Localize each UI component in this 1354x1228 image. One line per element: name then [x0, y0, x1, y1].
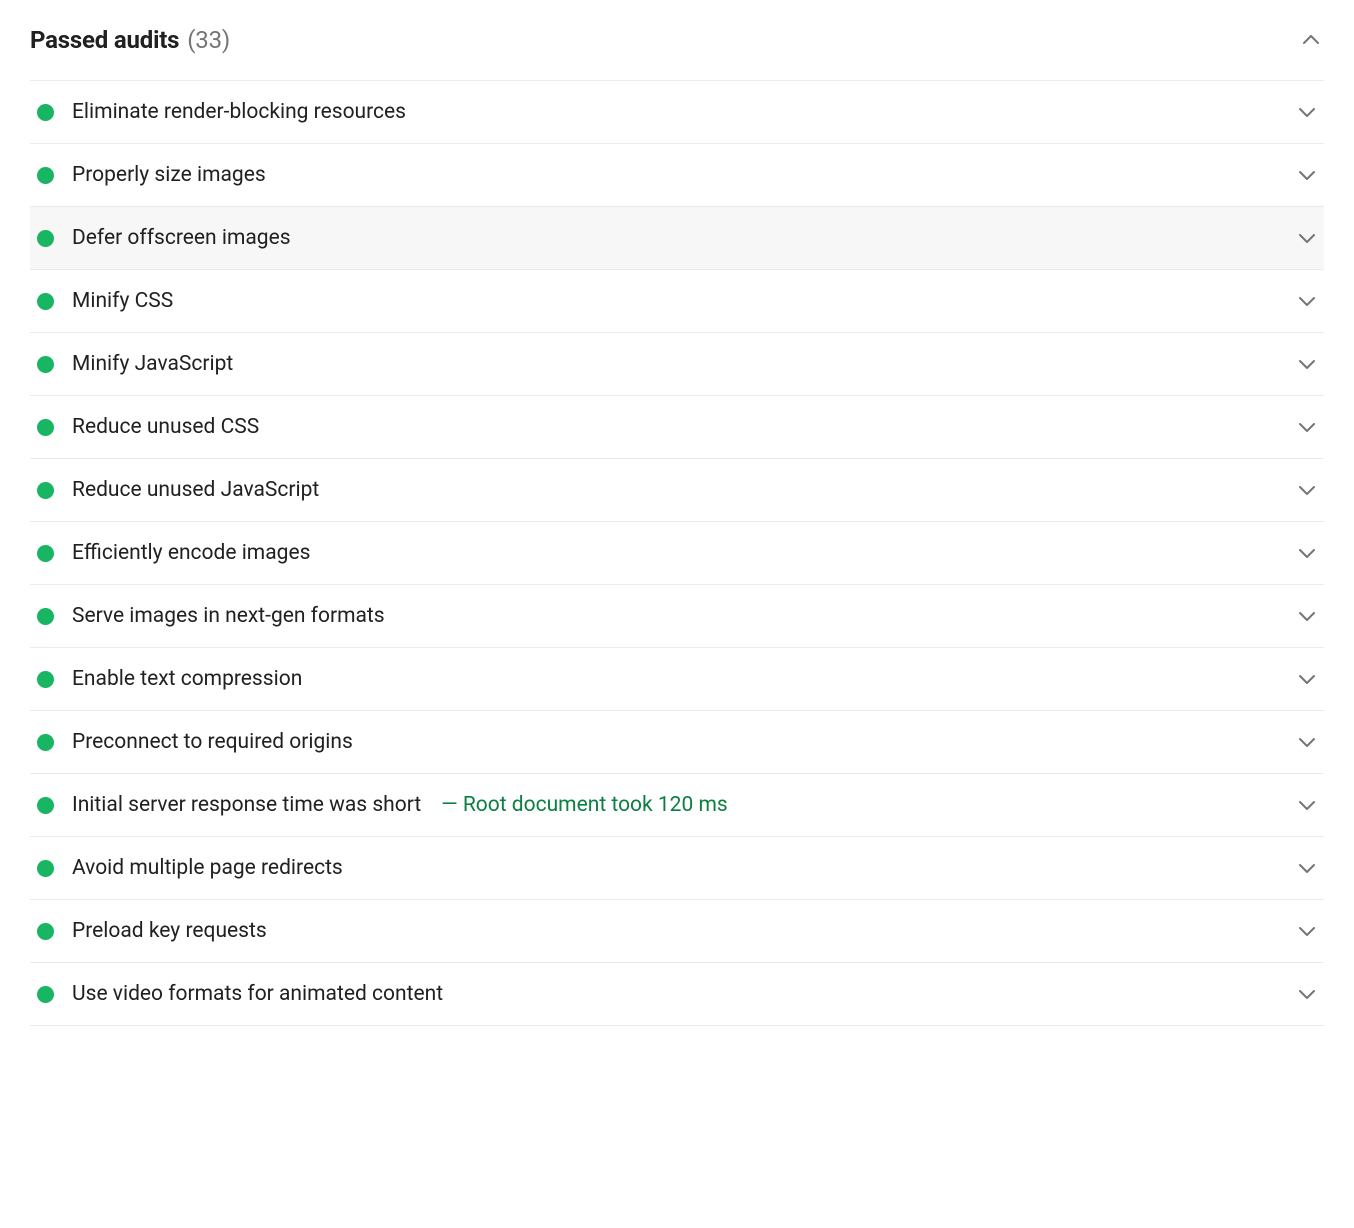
audit-row[interactable]: Preconnect to required origins: [30, 711, 1324, 774]
chevron-up-icon: [1302, 31, 1320, 49]
section-count: (33): [187, 26, 230, 54]
chevron-down-icon: [1298, 859, 1316, 877]
audit-title: Preconnect to required origins: [72, 729, 353, 755]
status-pass-icon: [37, 860, 54, 877]
chevron-down-icon: [1298, 544, 1316, 562]
audit-detail: — Root document took 120 ms: [441, 792, 728, 818]
chevron-down-icon: [1298, 733, 1316, 751]
chevron-down-icon: [1298, 670, 1316, 688]
audit-title: Eliminate render-blocking resources: [72, 99, 406, 125]
chevron-down-icon: [1298, 292, 1316, 310]
audit-title: Minify JavaScript: [72, 351, 233, 377]
status-pass-icon: [37, 104, 54, 121]
status-pass-icon: [37, 797, 54, 814]
audit-row[interactable]: Minify CSS: [30, 270, 1324, 333]
audit-row[interactable]: Reduce unused JavaScript: [30, 459, 1324, 522]
chevron-down-icon: [1298, 796, 1316, 814]
status-pass-icon: [37, 545, 54, 562]
audit-title: Avoid multiple page redirects: [72, 855, 343, 881]
chevron-down-icon: [1298, 418, 1316, 436]
audit-title: Reduce unused CSS: [72, 414, 259, 440]
audit-list: Eliminate render-blocking resources Prope…: [30, 80, 1324, 1026]
status-pass-icon: [37, 986, 54, 1003]
status-pass-icon: [37, 230, 54, 247]
status-pass-icon: [37, 482, 54, 499]
audit-row[interactable]: Initial server response time was short — …: [30, 774, 1324, 837]
audit-row[interactable]: Serve images in next-gen formats: [30, 585, 1324, 648]
audit-row[interactable]: Enable text compression: [30, 648, 1324, 711]
audit-title: Enable text compression: [72, 666, 302, 692]
audit-row[interactable]: Reduce unused CSS: [30, 396, 1324, 459]
chevron-down-icon: [1298, 166, 1316, 184]
audit-row[interactable]: Use video formats for animated content: [30, 963, 1324, 1026]
section-title-text: Passed audits: [30, 26, 179, 54]
audit-row[interactable]: Efficiently encode images: [30, 522, 1324, 585]
passed-audits-panel: Passed audits (33) Eliminate render-bloc…: [0, 0, 1354, 1026]
audit-title: Preload key requests: [72, 918, 267, 944]
chevron-down-icon: [1298, 922, 1316, 940]
audit-title: Minify CSS: [72, 288, 173, 314]
audit-title: Use video formats for animated content: [72, 981, 443, 1007]
audit-row[interactable]: Avoid multiple page redirects: [30, 837, 1324, 900]
status-pass-icon: [37, 419, 54, 436]
chevron-down-icon: [1298, 355, 1316, 373]
audit-title: Properly size images: [72, 162, 266, 188]
section-title: Passed audits (33): [30, 26, 230, 54]
chevron-down-icon: [1298, 607, 1316, 625]
audit-title: Defer offscreen images: [72, 225, 291, 251]
audit-row[interactable]: Eliminate render-blocking resources: [30, 81, 1324, 144]
status-pass-icon: [37, 167, 54, 184]
audit-title: Efficiently encode images: [72, 540, 310, 566]
status-pass-icon: [37, 734, 54, 751]
audit-row[interactable]: Defer offscreen images: [30, 207, 1324, 270]
audit-row[interactable]: Minify JavaScript: [30, 333, 1324, 396]
audit-title: Serve images in next-gen formats: [72, 603, 385, 629]
audit-row[interactable]: Properly size images: [30, 144, 1324, 207]
audit-title: Initial server response time was short: [72, 792, 421, 818]
status-pass-icon: [37, 671, 54, 688]
status-pass-icon: [37, 608, 54, 625]
audit-title: Reduce unused JavaScript: [72, 477, 319, 503]
chevron-down-icon: [1298, 229, 1316, 247]
status-pass-icon: [37, 293, 54, 310]
audit-row[interactable]: Preload key requests: [30, 900, 1324, 963]
status-pass-icon: [37, 923, 54, 940]
status-pass-icon: [37, 356, 54, 373]
passed-audits-header[interactable]: Passed audits (33): [30, 20, 1324, 80]
chevron-down-icon: [1298, 985, 1316, 1003]
chevron-down-icon: [1298, 481, 1316, 499]
chevron-down-icon: [1298, 103, 1316, 121]
